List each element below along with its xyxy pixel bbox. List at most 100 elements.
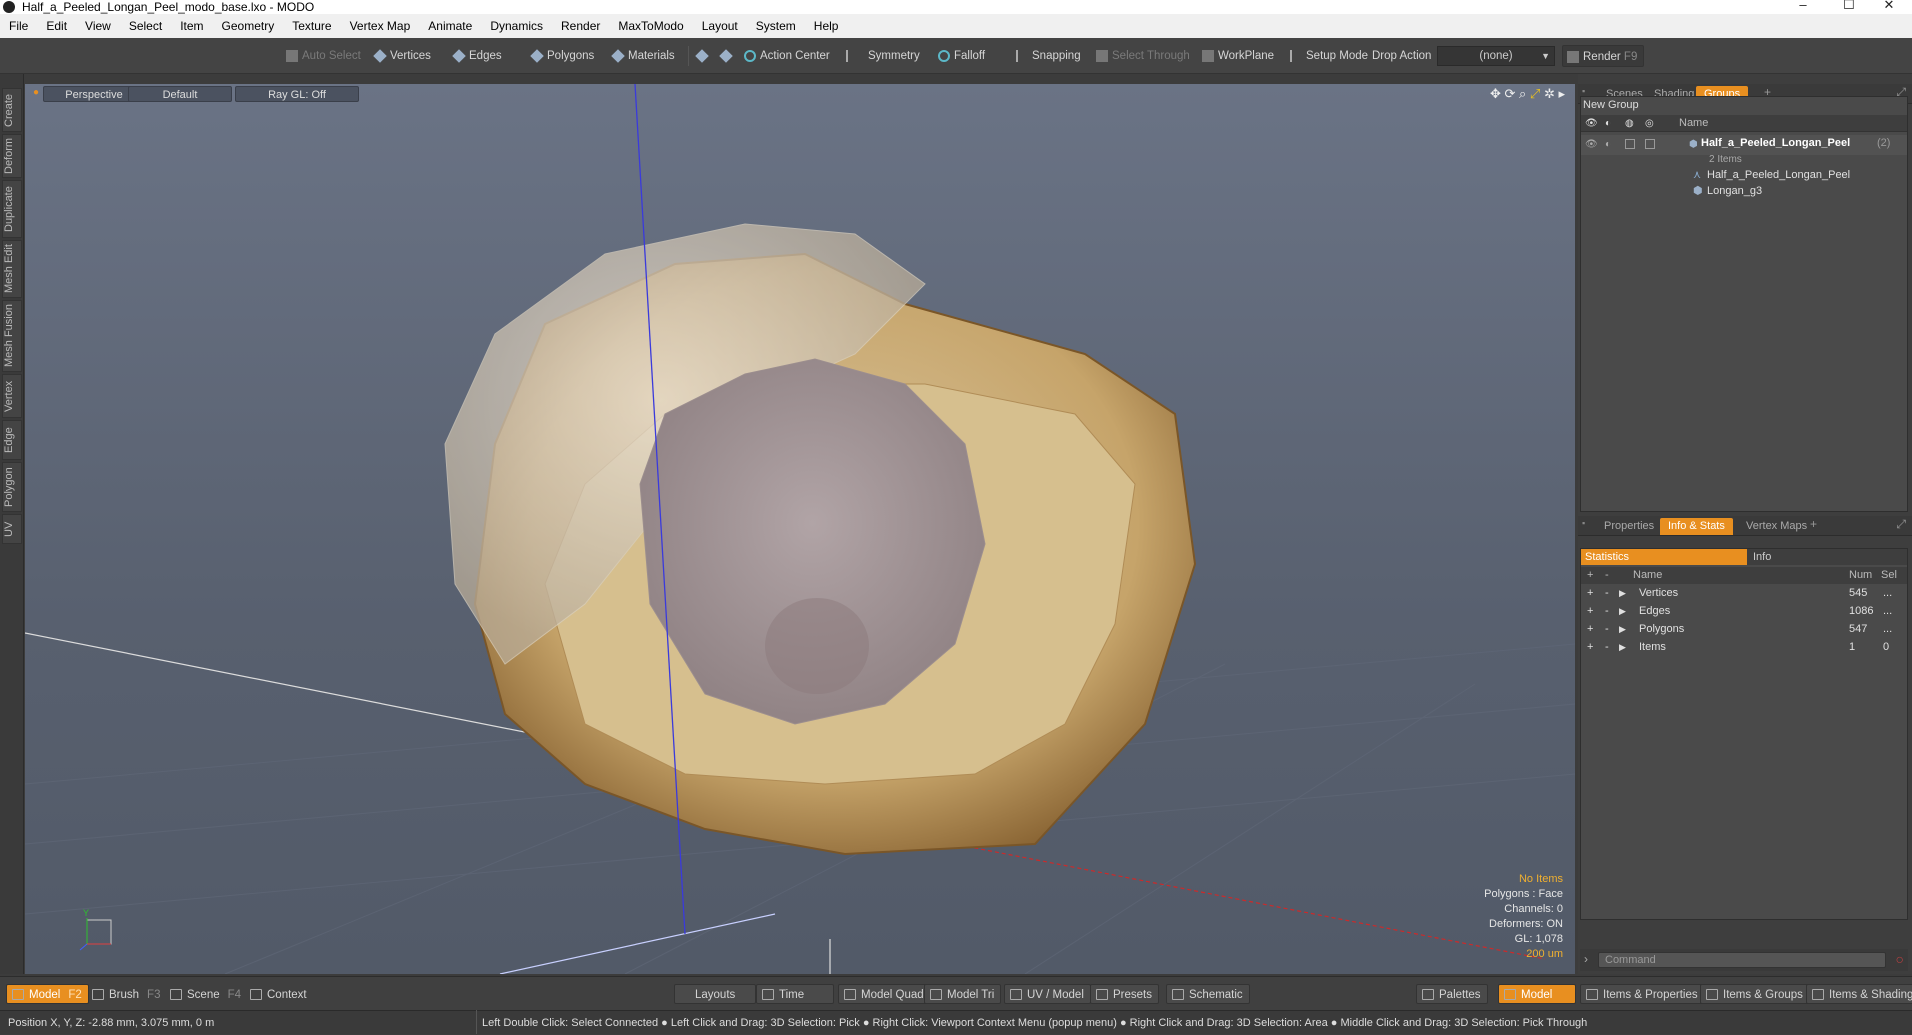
stat-name-header[interactable]: Name (1633, 567, 1662, 584)
expand-arrow-icon[interactable]: ▶ (1619, 639, 1626, 656)
maximize-panel-icon[interactable]: ⤢ (1896, 517, 1906, 532)
expand-icon[interactable]: ▸ (1558, 86, 1565, 101)
items-properties-button[interactable]: Items & Properties (1580, 984, 1705, 1004)
model-quad-button[interactable]: Model Quad (838, 984, 931, 1004)
tab-create[interactable]: Create (2, 88, 22, 132)
falloff-button[interactable]: Falloff (934, 45, 991, 67)
collapse-all-icon[interactable]: - (1605, 567, 1609, 584)
symmetry-button[interactable]: Symmetry (842, 45, 926, 67)
items-groups-button[interactable]: Items & Groups (1700, 984, 1810, 1004)
edges-button[interactable]: Edges (449, 45, 508, 67)
menu-item[interactable]: Item (171, 19, 212, 33)
menu-file[interactable]: File (0, 19, 37, 33)
model-layout-button[interactable]: Model (1498, 984, 1576, 1004)
remove-icon[interactable]: - (1605, 639, 1609, 656)
name-column-header[interactable]: Name (1679, 115, 1708, 132)
group-child-row[interactable]: ⬢ Longan_g3 (1581, 183, 1907, 200)
raygl-button[interactable]: Ray GL: Off (235, 86, 359, 102)
pan-icon[interactable]: ✥ (1490, 86, 1501, 101)
model-tab-button[interactable]: Model F2 (6, 984, 89, 1004)
presets-button[interactable]: Presets (1090, 984, 1159, 1004)
menu-layout[interactable]: Layout (693, 19, 747, 33)
render-button[interactable]: Render F9 (1562, 45, 1645, 67)
layouts-button[interactable]: Layouts (674, 984, 757, 1004)
tab-polygon[interactable]: Polygon (2, 462, 22, 512)
workplane-button[interactable]: WorkPlane (1198, 45, 1280, 67)
lock-col-icon[interactable]: ◍ (1625, 115, 1634, 132)
menu-dynamics[interactable]: Dynamics (481, 19, 552, 33)
add-icon[interactable]: + (1587, 585, 1593, 602)
expand-arrow-icon[interactable]: ▶ (1619, 585, 1626, 602)
auto-select-button[interactable]: Auto Select (282, 45, 367, 67)
expand-all-icon[interactable]: + (1587, 567, 1593, 584)
expand-arrow-icon[interactable]: ▶ (1619, 603, 1626, 620)
items-shading-button[interactable]: Items & Shading (1806, 984, 1912, 1004)
menu-system[interactable]: System (747, 19, 805, 33)
action-center-button[interactable]: Action Center (740, 45, 836, 67)
lock-checkbox[interactable] (1625, 139, 1635, 149)
shading-mode-button[interactable]: Default (128, 86, 232, 102)
menu-view[interactable]: View (76, 19, 120, 33)
add-icon[interactable]: + (1587, 603, 1593, 620)
context-tab-button[interactable]: Context (244, 984, 314, 1004)
close-button[interactable]: ✕ (1866, 0, 1912, 14)
expand-arrow-icon[interactable]: ▶ (1619, 621, 1626, 638)
menu-render[interactable]: Render (552, 19, 609, 33)
model-tri-button[interactable]: Model Tri (924, 984, 1002, 1004)
polygons-button[interactable]: Polygons (527, 45, 600, 67)
subtab-statistics[interactable]: Statistics (1581, 549, 1747, 565)
table-row[interactable]: + - ▶ Vertices 545 ... (1581, 585, 1907, 602)
tab-mesh-fusion[interactable]: Mesh Fusion (2, 300, 22, 372)
tab-duplicate[interactable]: Duplicate (2, 180, 22, 238)
menu-maxtomodo[interactable]: MaxToModo (609, 19, 692, 33)
tab-uv[interactable]: UV (2, 514, 22, 544)
remove-icon[interactable]: - (1605, 603, 1609, 620)
new-group-button[interactable]: New Group (1581, 97, 1907, 114)
subtab-info[interactable]: Info (1747, 549, 1907, 565)
pivot-mode-button[interactable] (716, 45, 738, 67)
viewport-menu-icon[interactable]: ● (33, 87, 39, 98)
item-mode-button[interactable] (692, 45, 714, 67)
tab-info-stats[interactable]: Info & Stats (1660, 518, 1733, 535)
brush-tab-button[interactable]: Brush F3 (86, 984, 167, 1004)
materials-button[interactable]: Materials (608, 45, 681, 67)
minimize-button[interactable]: – (1780, 0, 1826, 14)
visibility-col-icon[interactable]: 👁 (1585, 115, 1598, 132)
menu-vertex-map[interactable]: Vertex Map (341, 19, 420, 33)
setup-mode-button[interactable]: Setup Mode (1286, 45, 1374, 67)
panel-menu-icon[interactable]: ▪ (1582, 86, 1585, 96)
menu-animate[interactable]: Animate (419, 19, 481, 33)
menu-texture[interactable]: Texture (283, 19, 340, 33)
table-row[interactable]: + - ▶ Edges 1086 ... (1581, 603, 1907, 620)
add-icon[interactable]: + (1587, 639, 1593, 656)
table-row[interactable]: + - ▶ Items 1 0 (1581, 639, 1907, 656)
uv-model-button[interactable]: UV / Model (1004, 984, 1091, 1004)
stat-sel-header[interactable]: Sel (1881, 567, 1897, 584)
record-icon[interactable]: ○ (1896, 951, 1904, 967)
fit-icon[interactable]: ⤢ (1530, 86, 1540, 101)
menu-geometry[interactable]: Geometry (213, 19, 284, 33)
select-checkbox[interactable] (1645, 139, 1655, 149)
menu-help[interactable]: Help (805, 19, 848, 33)
tab-vertex-maps[interactable]: Vertex Maps (1738, 518, 1815, 535)
snapping-button[interactable]: Snapping (1012, 45, 1087, 67)
time-layout-button[interactable]: Time (756, 984, 834, 1004)
tab-vertex[interactable]: Vertex (2, 374, 22, 418)
viewport-settings-icon[interactable]: ✲ (1544, 86, 1555, 101)
command-history-icon[interactable]: › (1584, 952, 1588, 966)
panel-menu-icon[interactable]: ▪ (1582, 518, 1585, 528)
render-col-icon[interactable]: ◐ (1605, 115, 1611, 132)
remove-icon[interactable]: - (1605, 585, 1609, 602)
zoom-icon[interactable]: ⌕ (1519, 86, 1526, 101)
drop-action-select[interactable]: (none) ▼ (1437, 46, 1555, 66)
group-child-row[interactable]: ⋏ Half_a_Peeled_Longan_Peel (1581, 167, 1907, 184)
add-tab-icon[interactable]: + (1810, 517, 1817, 531)
remove-icon[interactable]: - (1605, 621, 1609, 638)
menu-edit[interactable]: Edit (37, 19, 76, 33)
select-through-button[interactable]: Select Through (1092, 45, 1196, 67)
3d-viewport[interactable]: Y No Items Polygons : Face Channels: 0 D… (25, 84, 1575, 974)
tab-mesh-edit[interactable]: Mesh Edit (2, 240, 22, 298)
select-col-icon[interactable]: ◎ (1645, 115, 1654, 132)
vertices-button[interactable]: Vertices (370, 45, 437, 67)
tab-deform[interactable]: Deform (2, 134, 22, 178)
